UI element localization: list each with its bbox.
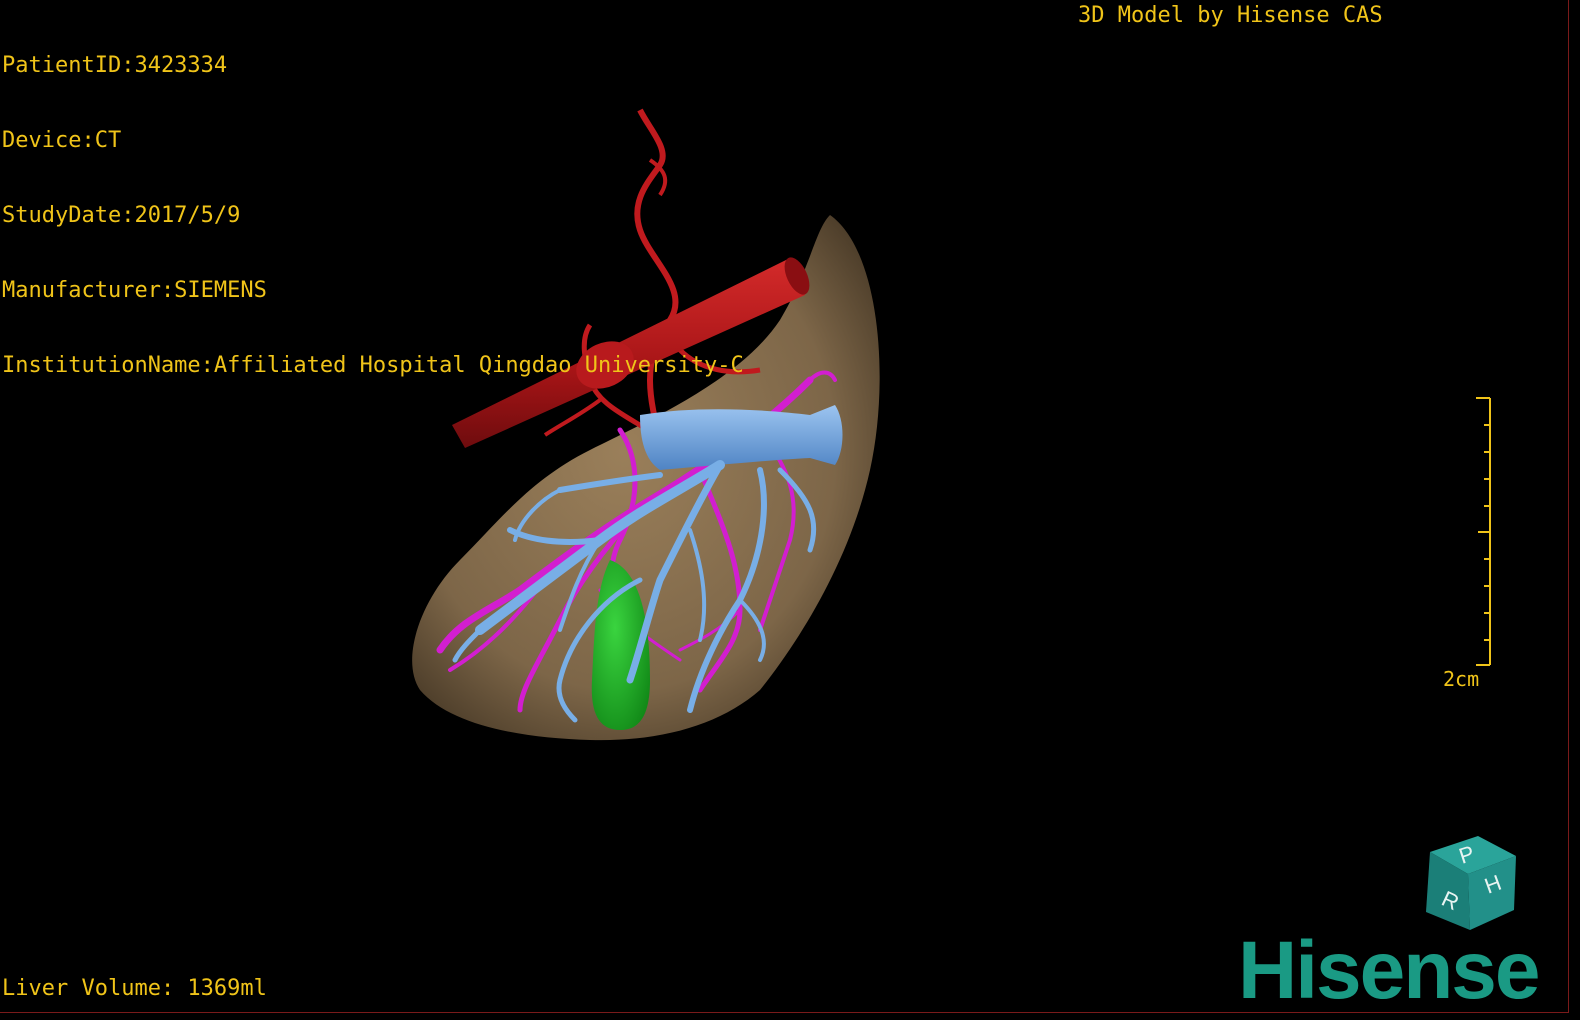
3d-viewport[interactable]: PatientID:3423334 Device:CT StudyDate:20… [0,0,1569,1013]
manufacturer: Manufacturer:SIEMENS [2,278,267,303]
liver-volume: Liver Volume: 1369ml [2,976,267,1001]
scale-bar [1476,397,1491,666]
dicom-info: PatientID:3423334 Device:CT StudyDate:20… [2,3,744,428]
orientation-cube[interactable]: P H R [1418,834,1522,934]
hisense-logo: Hisense [1238,925,1541,1013]
scale-bar-label: 2cm [1443,667,1480,691]
institution-name: InstitutionName:Affiliated Hospital Qing… [2,353,744,378]
model-credit: 3D Model by Hisense CAS [1078,3,1383,28]
device: Device:CT [2,128,122,153]
patient-id: PatientID:3423334 [2,53,228,78]
study-date: StudyDate:2017/5/9 [2,203,241,228]
